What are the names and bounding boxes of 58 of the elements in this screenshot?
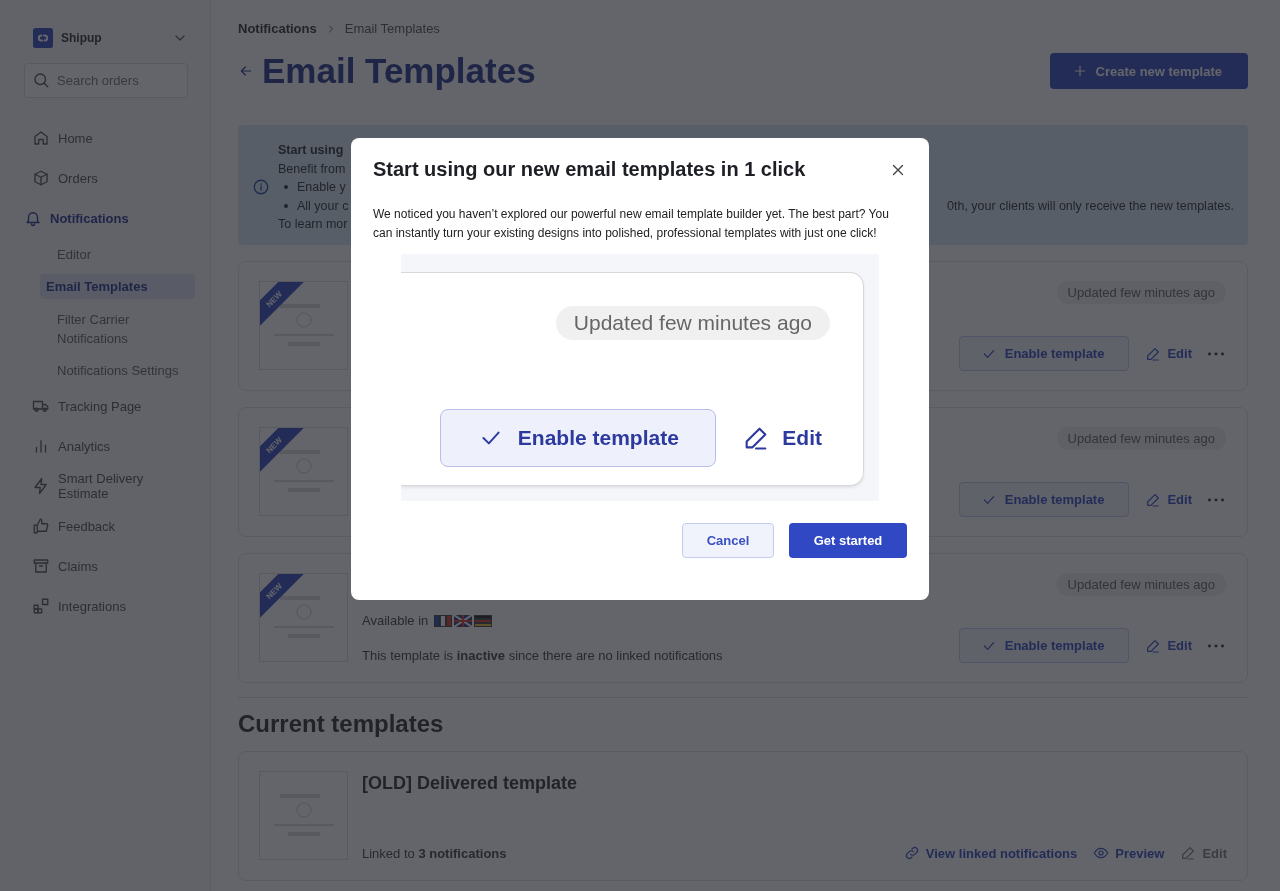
box-icon	[32, 169, 50, 187]
flag-icon	[434, 614, 453, 627]
link-icon	[903, 845, 920, 861]
logo-icon	[33, 28, 53, 48]
modal-title: Start using our new email templates in 1 click	[373, 158, 806, 181]
pencil-icon	[1145, 491, 1162, 508]
home-icon	[32, 129, 50, 147]
banner-text: All your c	[297, 197, 349, 215]
bullet-dot	[284, 185, 288, 190]
more-icon	[1208, 497, 1224, 502]
back-button[interactable]	[238, 63, 254, 79]
flag-icon	[474, 614, 493, 627]
cancel-button[interactable]: Cancel	[682, 523, 774, 558]
blocks-icon	[32, 597, 50, 615]
sidebar-subitem[interactable]: Email Templates	[40, 274, 195, 299]
enable-template-button[interactable]: Enable template	[958, 628, 1130, 663]
section-title: Current templates	[238, 710, 445, 738]
flag-icon	[454, 614, 473, 627]
thumbs-up-icon	[32, 517, 50, 535]
more-button[interactable]	[1208, 351, 1224, 356]
more-icon	[1208, 351, 1224, 356]
view-linked-link[interactable]: View linked notifications	[903, 845, 1078, 861]
edit-button[interactable]: Edit	[1145, 345, 1192, 362]
banner-text: Enable y	[297, 179, 346, 196]
modal-text: We noticed you haven’t explored our powerful new email template builder yet. The best part? You can instantly turn your existing designs into polished, professional templates with just one click!	[373, 206, 890, 242]
updated-badge: Updated few minutes ago	[555, 306, 830, 340]
more-icon	[1208, 643, 1224, 648]
linked-count: Linked to 3 notifications	[362, 846, 508, 861]
sidebar-item[interactable]: Notifications	[24, 198, 194, 238]
bullet-dot	[284, 203, 288, 208]
banner-heading: Start using	[278, 142, 344, 159]
breadcrumb-link[interactable]: Notifications	[238, 21, 317, 36]
template-title: [OLD] Delivered template	[362, 773, 579, 794]
banner-text: 0th, your clients will only receive the new templates.	[947, 197, 1234, 215]
bell-icon	[24, 209, 42, 227]
pencil-icon	[1180, 845, 1197, 861]
banner-text: Benefit from	[278, 160, 346, 178]
more-button[interactable]	[1208, 643, 1224, 648]
lightning-icon	[32, 477, 50, 495]
eye-icon	[1093, 845, 1110, 861]
create-template-button[interactable]: Create new template	[1049, 53, 1248, 89]
edit-label: Edit	[742, 424, 822, 452]
brand-name: Shipup	[61, 31, 103, 45]
enable-template-button[interactable]: Enable template	[958, 482, 1130, 517]
page-title: Email Templates	[262, 51, 537, 91]
enable-template-button[interactable]: Enable template	[958, 336, 1130, 371]
pencil-icon	[1145, 637, 1162, 654]
edit-button[interactable]: Edit	[1145, 637, 1192, 654]
available-label: Available in	[362, 613, 429, 628]
banner-text: To learn mor	[278, 216, 348, 233]
get-started-button[interactable]: Get started	[789, 523, 907, 558]
preview-button[interactable]: Preview	[1093, 845, 1165, 861]
archive-icon	[32, 557, 50, 575]
pencil-icon	[1145, 345, 1162, 362]
more-button[interactable]	[1208, 497, 1224, 502]
edit-button[interactable]: Edit	[1145, 491, 1192, 508]
arrow-left-icon	[238, 63, 254, 79]
info-icon	[252, 178, 270, 196]
